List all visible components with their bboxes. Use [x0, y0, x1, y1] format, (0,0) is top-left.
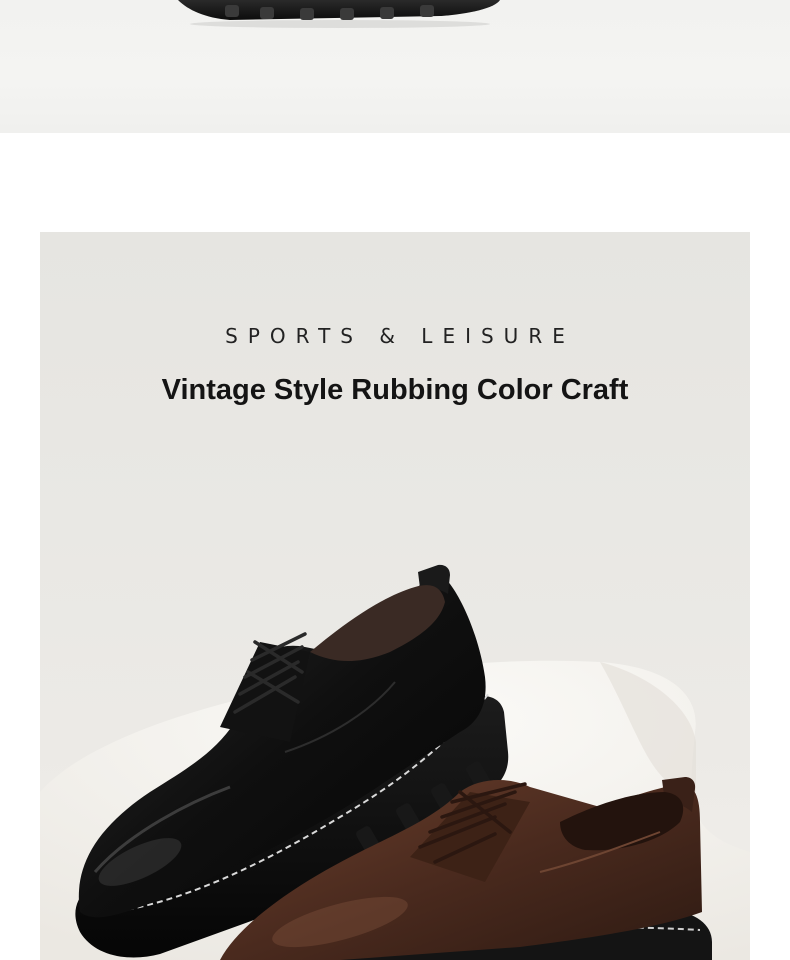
banner-subtitle: SPORTS & LEISURE — [225, 324, 575, 348]
top-product-photo — [0, 0, 790, 133]
product-detail-page: SPORTS & LEISURE Vintage Style Rubbing C… — [0, 0, 790, 960]
banner-headline: Vintage Style Rubbing Color Craft — [161, 374, 629, 406]
shoe-sole-image — [178, 0, 500, 28]
product-banner: SPORTS & LEISURE Vintage Style Rubbing C… — [40, 232, 750, 960]
